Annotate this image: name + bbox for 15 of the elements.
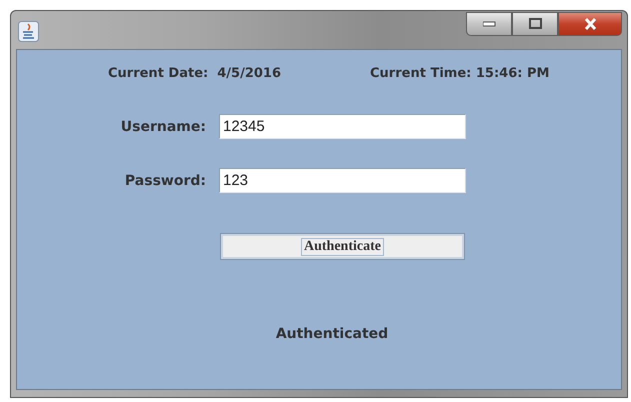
date-label: Current Date: xyxy=(108,66,208,81)
authenticate-button[interactable]: Authenticate xyxy=(220,233,465,260)
date-value: 4/5/2016 xyxy=(217,66,282,81)
status-text: Authenticated xyxy=(276,326,388,342)
maximize-icon xyxy=(528,18,542,30)
minimize-button[interactable] xyxy=(466,12,512,36)
field-label: Password: xyxy=(124,172,206,188)
cup-icon xyxy=(18,21,39,42)
close-icon xyxy=(584,18,596,30)
time-label: Current Time: 15:46: PM xyxy=(370,66,550,81)
close-button[interactable] xyxy=(558,12,622,36)
maximize-button[interactable] xyxy=(512,12,558,36)
input-field[interactable]: 12345 xyxy=(219,114,466,139)
input-field[interactable]: 123 xyxy=(219,168,466,193)
field-label: Username: xyxy=(120,118,206,134)
